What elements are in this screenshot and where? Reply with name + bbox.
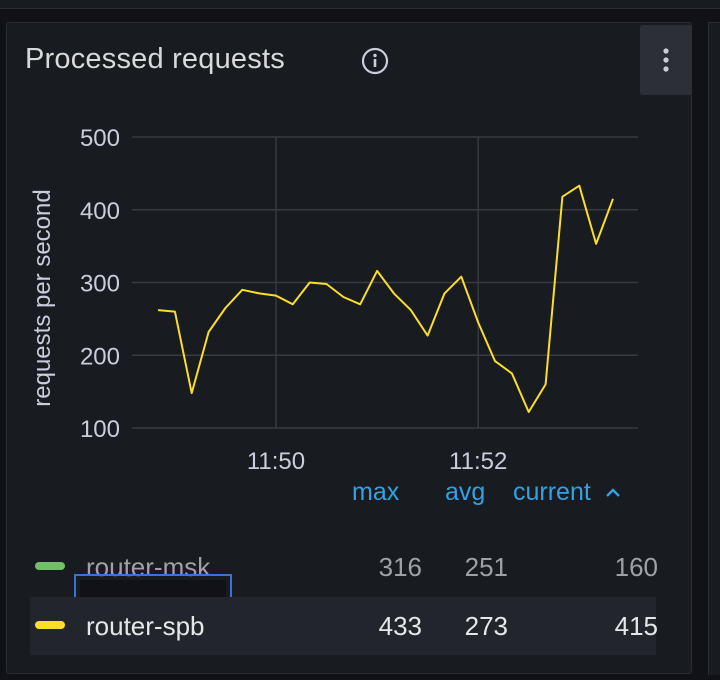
y-tick-label: 500	[80, 125, 120, 152]
legend-header-avg[interactable]: avg	[445, 478, 485, 507]
x-axis-ticks: 11:50 11:52	[247, 448, 508, 475]
legend-max: 316	[378, 552, 422, 582]
legend-swatch	[35, 621, 65, 629]
legend-row-router-spb[interactable]: router-spb 433 273 415	[30, 597, 658, 655]
chevron-up-icon	[605, 488, 620, 498]
legend-swatch	[35, 562, 65, 570]
legend-series-name[interactable]: router-spb	[86, 611, 205, 642]
y-tick-label: 300	[80, 271, 120, 298]
series-line-router-spb[interactable]	[157, 184, 614, 413]
legend-header-current-label: current	[513, 478, 591, 506]
legend-avg: 251	[464, 552, 508, 582]
legend-current: 415	[614, 611, 658, 641]
y-tick-label: 100	[80, 416, 120, 443]
legend-avg: 273	[464, 611, 508, 641]
legend-header-current[interactable]: current	[513, 478, 622, 507]
y-axis-title: requests per second	[29, 189, 56, 406]
y-tick-label: 200	[80, 343, 120, 370]
legend-current: 160	[614, 552, 658, 582]
legend-max: 433	[378, 611, 422, 641]
legend-header-max[interactable]: max	[352, 478, 399, 507]
x-tick-label: 11:52	[449, 448, 507, 475]
series-layer	[157, 184, 614, 413]
x-tick-label: 11:50	[247, 448, 305, 475]
y-axis-ticks: 100 200 300 400 500	[80, 125, 120, 443]
y-tick-label: 400	[80, 198, 120, 225]
